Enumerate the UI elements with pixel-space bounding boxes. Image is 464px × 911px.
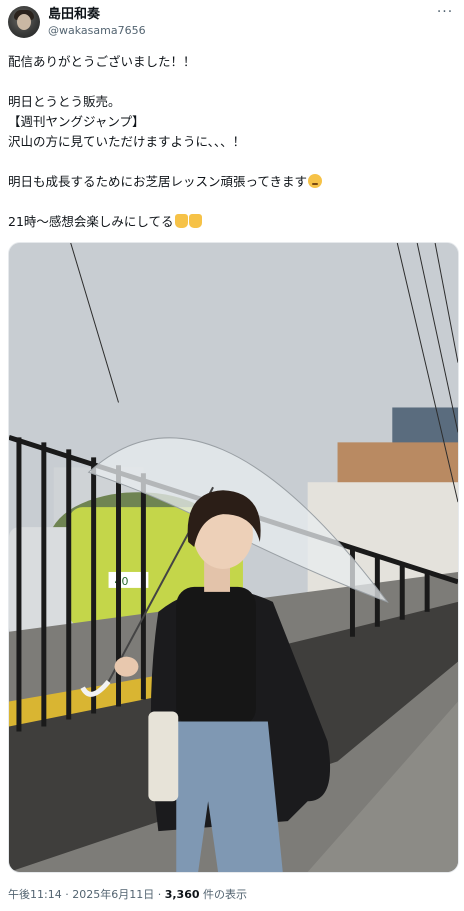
tweet-header: 島田和奏 @wakasama7656 ··· [8, 5, 456, 40]
avatar[interactable] [8, 6, 40, 38]
tweet-photo[interactable]: 40 [8, 242, 459, 873]
tweet-line: 配信ありがとうございました！！ [8, 54, 196, 69]
tweet-line: 【週刊ヤングジャンプ】 [8, 114, 145, 129]
tweet-line-text: 明日も成長するためにお芝居レッスン頑張ってきます [8, 174, 308, 189]
tweet-meta: 午後11:14 · 2025年6月11日 · 3,360 件の表示 [8, 888, 247, 902]
tweet-line-with-emoji: 21時〜感想会楽しみにしてる [8, 212, 456, 232]
thumbs-up-emoji-icon [188, 214, 202, 228]
face-emoji-icon [308, 174, 323, 188]
more-options-icon[interactable]: ··· [434, 5, 456, 22]
tweet-line-text: 21時〜感想会楽しみにしてる [8, 214, 174, 229]
photo-hand [114, 656, 139, 677]
thumbs-up-emoji-icon [174, 214, 188, 228]
meta-separator: · [154, 888, 165, 901]
tweet-line-with-emoji: 明日も成長するためにお芝居レッスン頑張ってきます [8, 172, 456, 192]
view-count-label: 件の表示 [199, 888, 247, 901]
meta-separator: · [61, 888, 73, 901]
avatar-face [17, 14, 31, 30]
tweet-date[interactable]: 2025年6月11日 [72, 888, 154, 901]
view-count: 3,360 [164, 888, 200, 901]
tweet-body: 配信ありがとうございました！！ 明日とうとう販売。 【週刊ヤングジャンプ】 沢山… [8, 52, 456, 232]
tweet-line: 明日とうとう販売。 [8, 94, 121, 109]
photo-illustration: 40 [9, 243, 458, 872]
photo-top [176, 586, 256, 727]
author-handle[interactable]: @wakasama7656 [48, 24, 146, 38]
tweet-line: 沢山の方に見ていただけますように、、、！ [8, 134, 246, 149]
photo-tote-bag [148, 711, 179, 802]
author-name[interactable]: 島田和奏 [48, 7, 100, 23]
tweet-time[interactable]: 午後11:14 [8, 888, 62, 901]
photo-jeans [176, 721, 283, 872]
